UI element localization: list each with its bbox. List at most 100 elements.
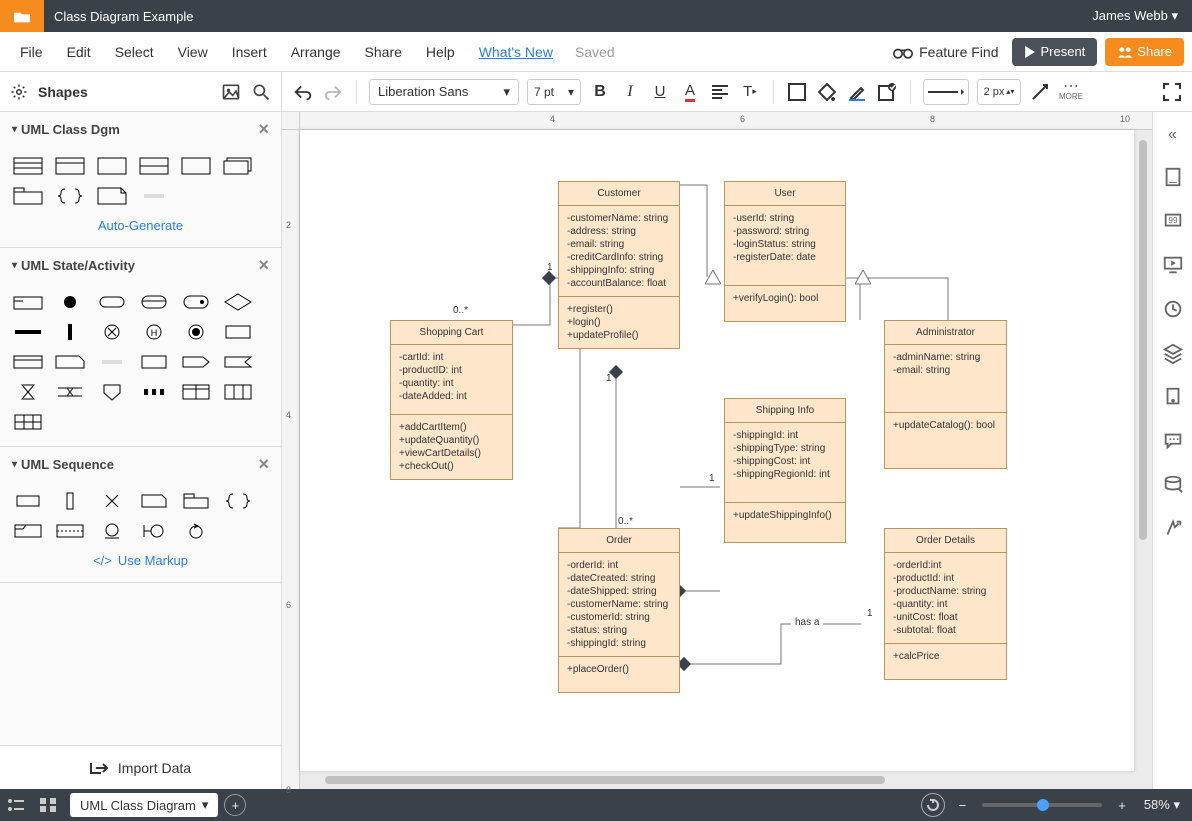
shape-grid-shape[interactable]: [12, 412, 44, 432]
class-user[interactable]: User -userId: string-password: string-lo…: [724, 181, 846, 322]
scrollbar-vertical[interactable]: [1139, 130, 1149, 759]
page-settings-icon[interactable]: [1162, 166, 1184, 188]
menu-whats-new[interactable]: What's New: [467, 44, 565, 60]
shape-rect2[interactable]: [180, 156, 212, 176]
panel-head-class[interactable]: ▾UML Class Dgm×: [0, 112, 281, 146]
gear-icon[interactable]: [10, 83, 28, 101]
shape-rect3[interactable]: [222, 322, 254, 342]
shape-merge[interactable]: [54, 382, 86, 402]
revision-button[interactable]: [921, 793, 945, 817]
shape-state[interactable]: [96, 292, 128, 312]
chat-icon[interactable]: [1162, 430, 1184, 452]
shape-bar-h[interactable]: [12, 322, 44, 342]
underline-button[interactable]: U: [649, 81, 671, 103]
image-icon[interactable]: [221, 82, 241, 102]
shape-class-simple[interactable]: [54, 156, 86, 176]
menu-help[interactable]: Help: [414, 44, 467, 60]
auto-generate-link[interactable]: Auto-Generate: [12, 218, 269, 233]
shape-destroy[interactable]: [96, 491, 128, 511]
feature-find[interactable]: Feature Find: [893, 44, 1012, 60]
zoom-out-button[interactable]: −: [953, 798, 973, 813]
close-icon[interactable]: ×: [258, 119, 269, 140]
shape-shield[interactable]: [96, 382, 128, 402]
line-width-select[interactable]: 2 px▴▾: [977, 79, 1021, 105]
shape-send[interactable]: [180, 352, 212, 372]
class-order[interactable]: Order -orderId: int-dateCreated: string-…: [558, 528, 680, 693]
fullscreen-button[interactable]: [1162, 82, 1182, 102]
menu-view[interactable]: View: [166, 44, 220, 60]
shape-interface[interactable]: [138, 156, 170, 176]
close-icon[interactable]: ×: [258, 454, 269, 475]
page-tab[interactable]: UML Class Diagram▾: [70, 793, 218, 817]
close-icon[interactable]: ×: [258, 255, 269, 276]
shape[interactable]: [12, 491, 44, 511]
layers-icon[interactable]: [1162, 342, 1184, 364]
text-options-button[interactable]: T▸: [739, 81, 761, 103]
shape-alt[interactable]: [54, 521, 86, 541]
shape-note2[interactable]: [54, 352, 86, 372]
shape-text2[interactable]: [96, 352, 128, 372]
shape-rect4[interactable]: [138, 352, 170, 372]
document-title[interactable]: Class Diagram Example: [44, 9, 193, 24]
user-menu[interactable]: James Webb ▾: [1092, 8, 1192, 24]
font-size-select[interactable]: 7 pt▾: [527, 79, 581, 105]
shape-receive[interactable]: [222, 352, 254, 372]
zoom-slider[interactable]: [982, 803, 1102, 807]
class-shopping-cart[interactable]: Shopping Cart -cartId: int-productID: in…: [390, 320, 513, 480]
panel-head-sequence[interactable]: ▾UML Sequence×: [0, 447, 281, 481]
zoom-in-button[interactable]: +: [1112, 798, 1132, 813]
italic-button[interactable]: I: [619, 81, 641, 103]
history-icon[interactable]: [1162, 298, 1184, 320]
shape-history[interactable]: H: [138, 322, 170, 342]
collapse-panel-button[interactable]: «: [1168, 126, 1177, 144]
search-icon[interactable]: [251, 82, 271, 102]
shape-entity[interactable]: [96, 521, 128, 541]
grid-view-icon[interactable]: [32, 798, 64, 812]
shape-boundary[interactable]: [138, 521, 170, 541]
undo-button[interactable]: [292, 81, 314, 103]
shape-options-button[interactable]: [876, 81, 898, 103]
share-button[interactable]: Share: [1105, 38, 1184, 66]
fill-button[interactable]: [816, 81, 838, 103]
canvas[interactable]: 0..* 1 1 0..* 1 1 has a Customer -custom…: [300, 130, 1134, 771]
shape-final[interactable]: [180, 322, 212, 342]
line-style-select[interactable]: [923, 79, 969, 105]
class-administrator[interactable]: Administrator -adminName: string-email: …: [884, 320, 1007, 469]
menu-select[interactable]: Select: [103, 44, 166, 60]
master-pages-icon[interactable]: [1162, 386, 1184, 408]
class-order-details[interactable]: Order Details -orderId:int-productId: in…: [884, 528, 1007, 680]
bold-button[interactable]: B: [589, 81, 611, 103]
data-icon[interactable]: [1162, 474, 1184, 496]
shape-text[interactable]: [138, 186, 170, 206]
panel-head-state[interactable]: ▾UML State/Activity×: [0, 248, 281, 282]
shape-package2[interactable]: [180, 491, 212, 511]
shape-decision[interactable]: [222, 292, 254, 312]
use-markup-link[interactable]: </>Use Markup: [12, 553, 269, 568]
shape-bar-v[interactable]: [54, 322, 86, 342]
actions-icon[interactable]: [1162, 518, 1184, 540]
present-panel-icon[interactable]: [1162, 254, 1184, 276]
class-shipping-info[interactable]: Shipping Info -shippingId: int-shippingT…: [724, 398, 846, 543]
menu-arrange[interactable]: Arrange: [279, 44, 353, 60]
shape-braces[interactable]: [54, 186, 86, 206]
redo-button[interactable]: [322, 81, 344, 103]
text-color-button[interactable]: A: [679, 81, 701, 103]
shape[interactable]: [12, 352, 44, 372]
shape-braces2[interactable]: [222, 491, 254, 511]
present-button[interactable]: Present: [1012, 38, 1097, 66]
shape-multi[interactable]: [222, 156, 254, 176]
line-options-button[interactable]: [1029, 81, 1051, 103]
shape-package[interactable]: [12, 186, 44, 206]
border-color-button[interactable]: [846, 81, 868, 103]
shape-table[interactable]: [180, 382, 212, 402]
comments-icon[interactable]: 99: [1162, 210, 1184, 232]
outline-view-icon[interactable]: [0, 798, 32, 812]
shape-initial[interactable]: [54, 292, 86, 312]
font-select[interactable]: Liberation Sans▾: [369, 79, 519, 105]
shape-hourglass[interactable]: [12, 382, 44, 402]
add-page-button[interactable]: +: [224, 794, 246, 816]
class-customer[interactable]: Customer -customerName: string-address: …: [558, 181, 680, 349]
import-data-button[interactable]: Import Data: [0, 745, 281, 789]
shape[interactable]: [12, 292, 44, 312]
shape-control[interactable]: [180, 521, 212, 541]
